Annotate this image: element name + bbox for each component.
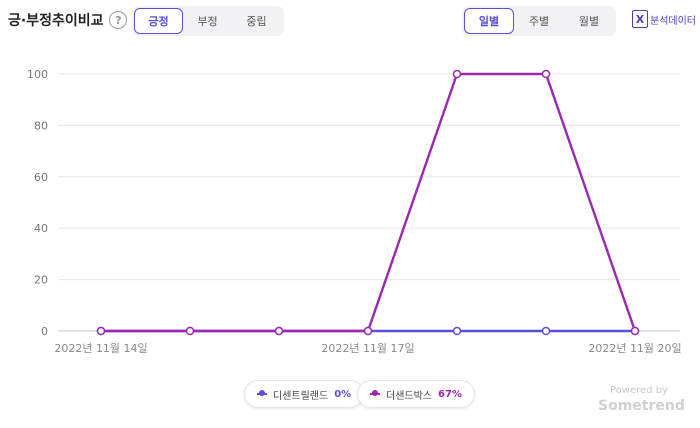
brand-logo: Sometrend — [598, 398, 685, 414]
x-tick-label: 2022년 11월 17일 — [321, 341, 414, 355]
legend-pct-series-1: 0% — [334, 388, 352, 400]
legend-label-series-2: 더샌드박스 — [386, 390, 432, 402]
x-tick-label: 2022년 11월 14일 — [54, 341, 147, 355]
y-tick-label: 100 — [27, 68, 48, 81]
data-point-series-2 — [363, 326, 373, 336]
y-tick-label: 0 — [41, 325, 48, 338]
legend-pct-series-2: 67% — [438, 388, 462, 400]
powered-by-text: Powered by — [610, 385, 668, 396]
y-tick-label: 20 — [34, 274, 48, 287]
y-tick-label: 40 — [34, 222, 48, 235]
y-tick-label: 60 — [34, 171, 48, 184]
data-point-series-2 — [541, 69, 551, 79]
data-point-series-2 — [274, 326, 284, 336]
legend-item-series-2[interactable]: 더샌드박스 67% — [357, 380, 475, 408]
legend-item-series-1[interactable]: 디센트릴랜드 0% — [244, 380, 365, 408]
legend-marker-series-1 — [257, 390, 267, 396]
data-point-series-2 — [452, 69, 462, 79]
data-point-series-1 — [541, 326, 551, 336]
data-point-series-1 — [452, 326, 462, 336]
legend-label-series-1: 디센트릴랜드 — [273, 390, 329, 402]
legend-marker-series-2 — [370, 390, 380, 396]
data-point-series-2 — [96, 326, 106, 336]
x-tick-label: 2022년 11월 20일 — [588, 341, 681, 355]
data-point-series-2 — [185, 326, 195, 336]
data-point-series-2 — [630, 326, 640, 336]
line-chart: 0 20 40 60 80 100 2022년 11월 14일 2022년 11월 17일 20… — [27, 68, 682, 355]
y-tick-label: 80 — [34, 119, 48, 132]
series-line-2 — [101, 72, 637, 333]
